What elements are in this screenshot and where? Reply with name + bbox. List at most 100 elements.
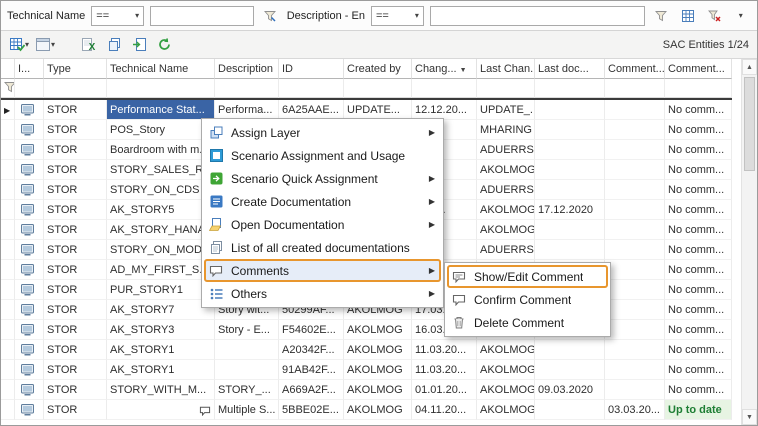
filter-operator-technical-name[interactable]: == ▾: [91, 6, 144, 26]
cell-last-doc[interactable]: [535, 340, 605, 360]
filter-cell-last-doc[interactable]: [535, 79, 605, 98]
cell-technical-name[interactable]: AK_STORY_HANA...: [107, 220, 215, 240]
cell-last-doc[interactable]: [535, 180, 605, 200]
cell-comment-status[interactable]: No comm...: [665, 200, 732, 220]
filter-cell-technical-name[interactable]: [107, 79, 215, 98]
cell-changed[interactable]: 12.12.20...: [412, 100, 477, 120]
table-row[interactable]: STORAK_STORY3Story - E...F54602E...AKOLM…: [1, 320, 732, 340]
menu-item-comments[interactable]: Comments▶: [204, 259, 441, 282]
cell-last-changed[interactable]: UPDATE_...: [477, 100, 535, 120]
cell-comment-status[interactable]: Up to date: [665, 400, 732, 420]
cell-comment-date[interactable]: [605, 200, 665, 220]
filter-cell-last-chan[interactable]: [477, 79, 535, 98]
cell-type[interactable]: STOR: [44, 180, 107, 200]
menu-item-assign-layer[interactable]: Assign Layer▶: [204, 121, 441, 144]
menu-item-list-of-all-created-documentations[interactable]: List of all created documentations: [204, 236, 441, 259]
cell-technical-name[interactable]: [107, 400, 215, 420]
view-menu-button[interactable]: ▾: [35, 38, 55, 51]
column-header-comment[interactable]: Comment...: [665, 59, 732, 79]
cell-changed[interactable]: 04.11.20...: [412, 400, 477, 420]
cell-comment-date[interactable]: [605, 100, 665, 120]
filter-dropdown-button[interactable]: ▾: [730, 5, 751, 27]
menu-item-open-documentation[interactable]: Open Documentation▶: [204, 213, 441, 236]
cell-created-by[interactable]: AKOLMOG: [344, 400, 412, 420]
cell-last-doc[interactable]: 17.12.2020: [535, 200, 605, 220]
cell-technical-name[interactable]: AK_STORY5: [107, 200, 215, 220]
cell-type[interactable]: STOR: [44, 340, 107, 360]
cell-created-by[interactable]: AKOLMOG: [344, 340, 412, 360]
cell-changed[interactable]: 11.03.20...: [412, 340, 477, 360]
cell-comment-date[interactable]: [605, 220, 665, 240]
cell-comment-status[interactable]: No comm...: [665, 380, 732, 400]
column-header-type[interactable]: Type: [44, 59, 107, 79]
cell-technical-name[interactable]: STORY_SALES_R...: [107, 160, 215, 180]
cell-comment-status[interactable]: No comm...: [665, 220, 732, 240]
cell-created-by[interactable]: AKOLMOG: [344, 320, 412, 340]
column-header-created-by[interactable]: Created by: [344, 59, 412, 79]
menu-item-others[interactable]: Others▶: [204, 282, 441, 305]
cell-id[interactable]: 5BBE02E...: [279, 400, 344, 420]
cell-technical-name[interactable]: AK_STORY1: [107, 360, 215, 380]
cell-comment-date[interactable]: [605, 260, 665, 280]
cell-description[interactable]: [215, 340, 279, 360]
cell-created-by[interactable]: AKOLMOG: [344, 360, 412, 380]
cell-comment-date[interactable]: [605, 360, 665, 380]
submenu-item-delete-comment[interactable]: Delete Comment: [447, 311, 608, 334]
cell-id[interactable]: 6A25AAE...: [279, 100, 344, 120]
table-row[interactable]: STORMultiple S...5BBE02E...AKOLMOG04.11.…: [1, 400, 732, 420]
cell-comment-date[interactable]: [605, 380, 665, 400]
filter-operator-description[interactable]: == ▾: [371, 6, 424, 26]
column-header-comment[interactable]: Comment...: [605, 59, 665, 79]
cell-last-doc[interactable]: [535, 100, 605, 120]
cell-type[interactable]: STOR: [44, 140, 107, 160]
cell-id[interactable]: A20342F...: [279, 340, 344, 360]
cell-comment-status[interactable]: No comm...: [665, 300, 732, 320]
cell-comment-status[interactable]: No comm...: [665, 260, 732, 280]
filter-cell-chang[interactable]: [412, 79, 477, 98]
filter-input-description[interactable]: [430, 6, 645, 26]
cell-type[interactable]: STOR: [44, 360, 107, 380]
cell-last-changed[interactable]: ADUERRS...: [477, 180, 535, 200]
cell-comment-status[interactable]: No comm...: [665, 240, 732, 260]
cell-description[interactable]: STORY_...: [215, 380, 279, 400]
cell-comment-date[interactable]: [605, 300, 665, 320]
cell-comment-date[interactable]: [605, 240, 665, 260]
cell-comment-status[interactable]: No comm...: [665, 100, 732, 120]
column-header-technical-name[interactable]: Technical Name: [107, 59, 215, 79]
cell-created-by[interactable]: AKOLMOG: [344, 380, 412, 400]
cell-last-doc[interactable]: [535, 400, 605, 420]
column-header-last-chan[interactable]: Last Chan...: [477, 59, 535, 79]
clear-filter-button[interactable]: [704, 5, 725, 27]
cell-comment-status[interactable]: No comm...: [665, 320, 732, 340]
cell-comment-date[interactable]: [605, 160, 665, 180]
cell-last-changed[interactable]: ADUERRS...: [477, 240, 535, 260]
cell-technical-name[interactable]: AK_STORY3: [107, 320, 215, 340]
cell-comment-status[interactable]: No comm...: [665, 160, 732, 180]
cell-technical-name[interactable]: STORY_WITH_M...: [107, 380, 215, 400]
cell-comment-status[interactable]: No comm...: [665, 340, 732, 360]
cell-comment-date[interactable]: [605, 320, 665, 340]
filter-cell-id[interactable]: [279, 79, 344, 98]
cell-last-doc[interactable]: 09.03.2020: [535, 380, 605, 400]
cell-type[interactable]: STOR: [44, 280, 107, 300]
filter-cell-comment[interactable]: [665, 79, 732, 98]
cell-comment-status[interactable]: No comm...: [665, 180, 732, 200]
cell-technical-name[interactable]: AD_MY_FIRST_S...: [107, 260, 215, 280]
vertical-scrollbar[interactable]: ▲ ▼: [741, 59, 757, 425]
table-row[interactable]: STORAK_STORY191AB42F...AKOLMOG11.03.20..…: [1, 360, 732, 380]
cell-last-doc[interactable]: [535, 360, 605, 380]
cell-id[interactable]: F54602E...: [279, 320, 344, 340]
cell-comment-status[interactable]: No comm...: [665, 360, 732, 380]
cell-comment-date[interactable]: [605, 140, 665, 160]
cell-comment-date[interactable]: [605, 340, 665, 360]
column-header-description[interactable]: Description: [215, 59, 279, 79]
menu-item-scenario-quick-assignment[interactable]: Scenario Quick Assignment▶: [204, 167, 441, 190]
cell-last-changed[interactable]: AKOLMOG: [477, 360, 535, 380]
scroll-thumb[interactable]: [744, 77, 755, 171]
cell-last-changed[interactable]: MHARING: [477, 120, 535, 140]
cell-last-changed[interactable]: ADUERRS...: [477, 140, 535, 160]
cell-type[interactable]: STOR: [44, 100, 107, 120]
scroll-up-button[interactable]: ▲: [742, 59, 757, 75]
cell-last-changed[interactable]: AKOLMOG: [477, 200, 535, 220]
cell-last-doc[interactable]: [535, 120, 605, 140]
